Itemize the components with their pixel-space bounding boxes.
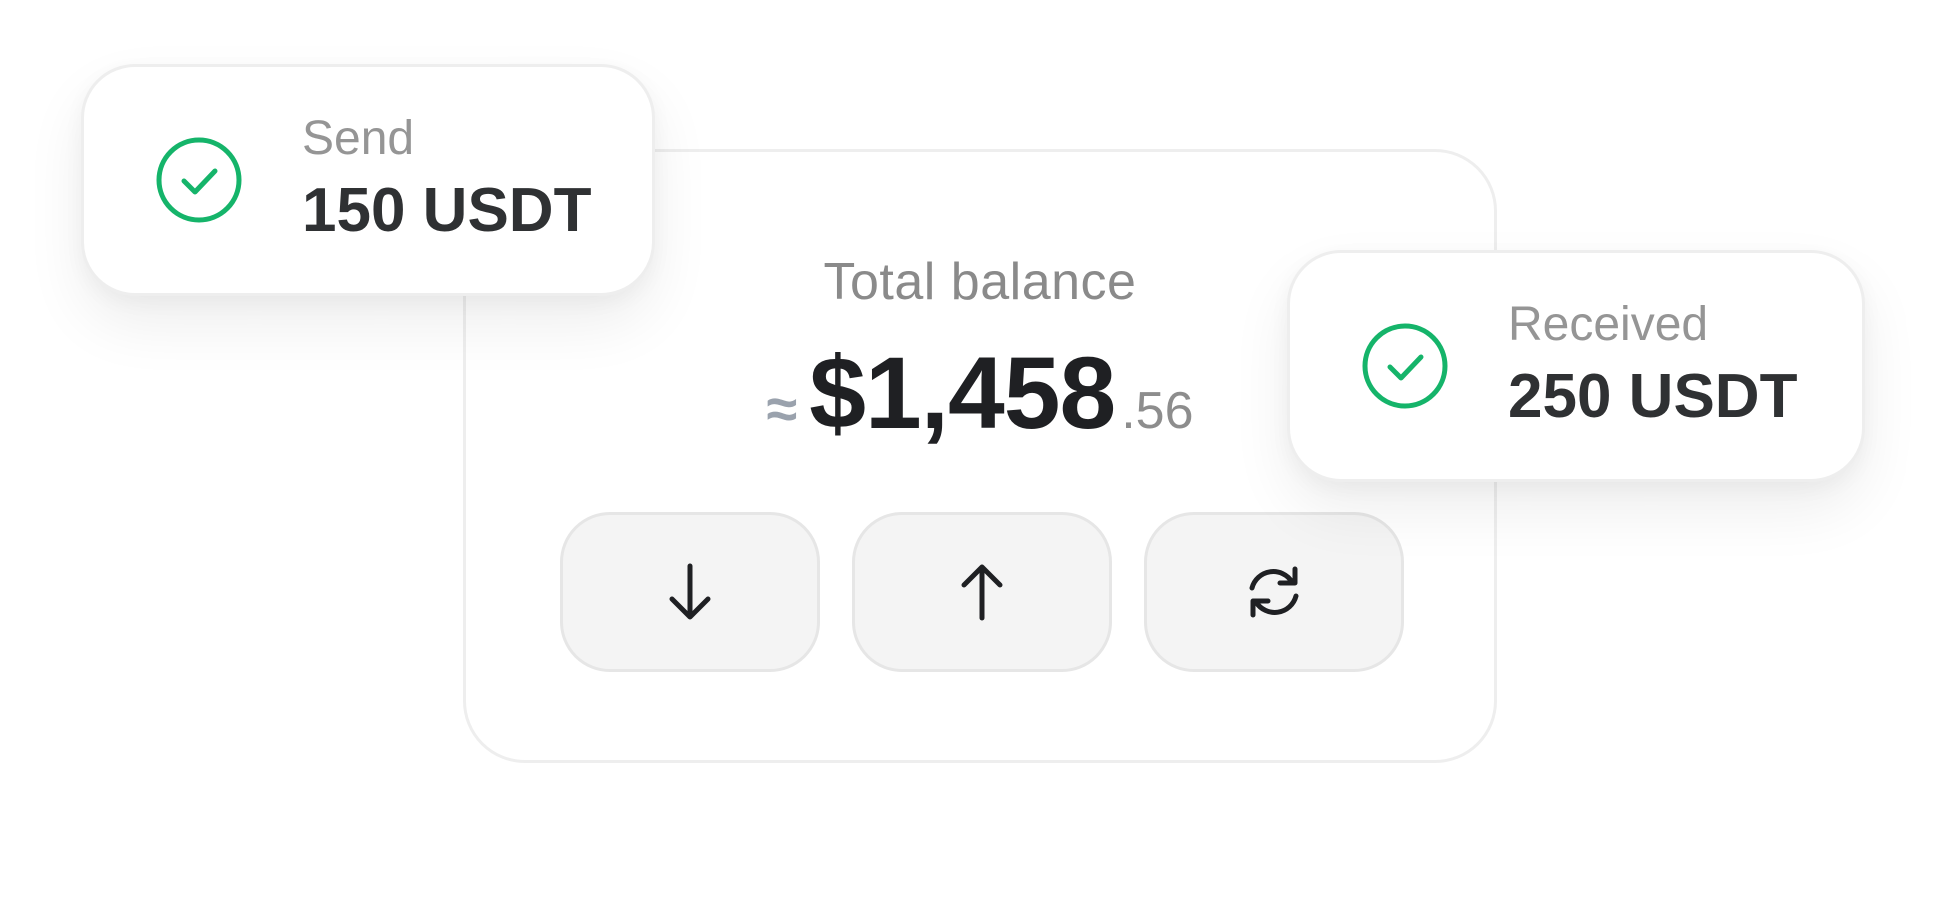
arrow-up-icon: [961, 564, 1003, 621]
arrow-down-icon: [669, 563, 711, 620]
received-label: Received: [1508, 298, 1709, 352]
approx-symbol: ≈: [766, 377, 798, 440]
swap-button[interactable]: [1144, 512, 1404, 672]
send-label: Send: [302, 112, 415, 166]
check-circle-icon: [156, 137, 242, 223]
send-notification-card: Send 150 USDT: [81, 64, 655, 296]
check-circle-icon: [1362, 323, 1448, 409]
received-amount: 250 USDT: [1508, 362, 1798, 432]
received-notification-card: Received 250 USDT: [1287, 250, 1865, 482]
receive-button[interactable]: [560, 512, 820, 672]
balance-whole: $1,458: [809, 336, 1116, 450]
action-buttons: [560, 512, 1404, 672]
send-button[interactable]: [852, 512, 1112, 672]
send-amount: 150 USDT: [302, 176, 592, 246]
swap-refresh-icon: [1249, 566, 1299, 618]
send-notification-text: Send 150 USDT: [302, 111, 591, 248]
received-notification-text: Received 250 USDT: [1508, 297, 1797, 434]
balance-cents: .56: [1121, 382, 1194, 440]
